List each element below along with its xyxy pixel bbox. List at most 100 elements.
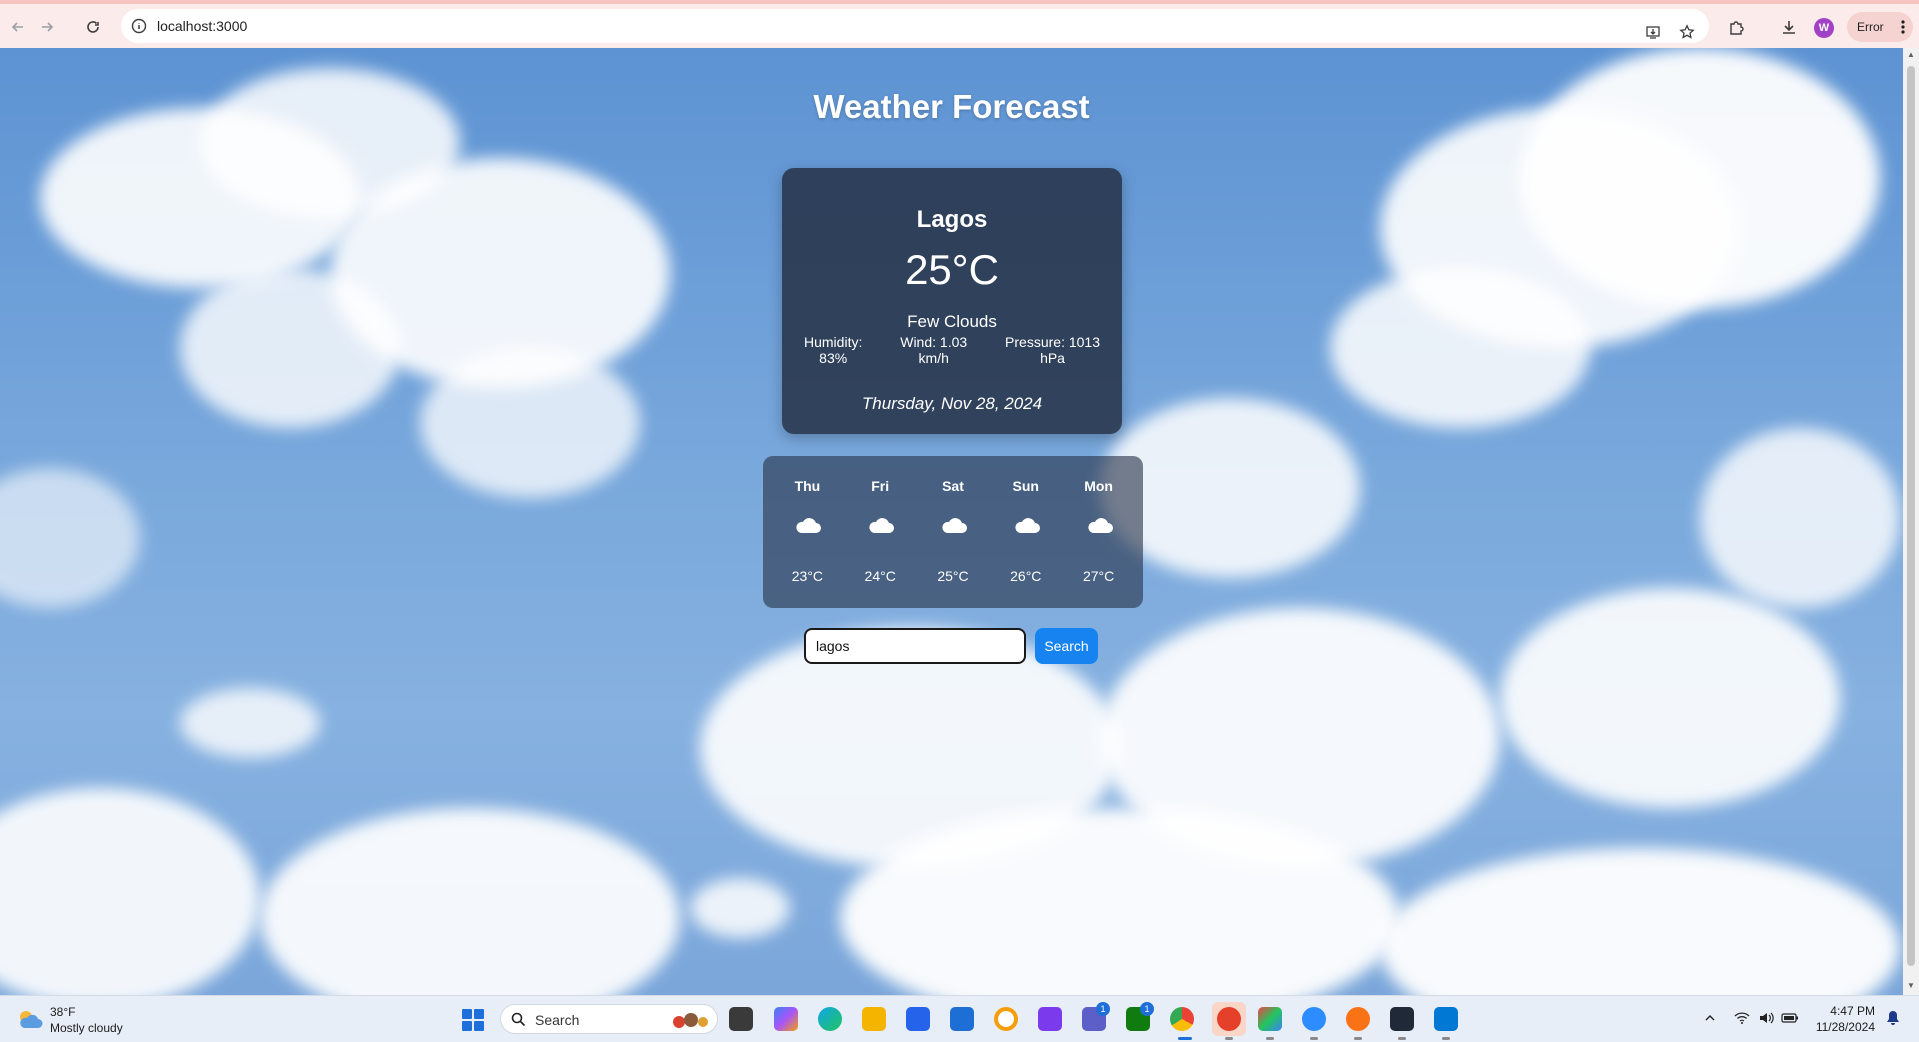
- page-title: Weather Forecast: [813, 88, 1090, 125]
- forecast-temp: 24°C: [864, 568, 896, 584]
- forecast-day: Sun 26°C: [996, 456, 1056, 608]
- download-icon: [1783, 21, 1795, 34]
- forecast-temp: 27°C: [1082, 568, 1115, 584]
- ea-app-icon[interactable]: [1217, 1007, 1241, 1031]
- forecast-day: Fri 24°C: [850, 456, 910, 608]
- chevron-up-icon: [1705, 1015, 1715, 1021]
- search-button[interactable]: Search: [1035, 628, 1098, 664]
- taskbar-weather-temp: 38°F: [50, 1005, 76, 1019]
- forecast-day: Sat 25°C: [923, 456, 983, 608]
- zoom-running-indicator: [1310, 1037, 1318, 1040]
- downloads-button[interactable]: [1776, 14, 1802, 40]
- microsoft-store-icon[interactable]: [906, 1007, 930, 1031]
- humidity-value: 83%: [819, 350, 848, 366]
- scroll-down-icon[interactable]: ▼: [1907, 982, 1915, 990]
- reload-icon: [87, 21, 99, 33]
- forecast-day: Thu 23°C: [777, 456, 837, 608]
- back-arrow-icon: [11, 22, 23, 32]
- reload-button[interactable]: [80, 14, 106, 40]
- profile-avatar[interactable]: W: [1814, 18, 1834, 38]
- vscode-icon[interactable]: [1434, 1007, 1458, 1031]
- chrome-icon[interactable]: [1170, 1007, 1194, 1031]
- office-running-indicator: [1266, 1037, 1274, 1040]
- bookmark-button[interactable]: [1674, 19, 1700, 45]
- zoom-icon[interactable]: [1302, 1007, 1326, 1031]
- forecast-temp: 23°C: [791, 568, 824, 584]
- file-explorer-icon[interactable]: [862, 1007, 886, 1031]
- windows-taskbar: 38°F Mostly cloudy Search 1 1 4:47 PM 11…: [0, 995, 1919, 1042]
- wifi-button[interactable]: [1732, 1008, 1752, 1028]
- taskbar-time: 4:47 PM: [1830, 1004, 1875, 1018]
- page-viewport: Weather Forecast Lagos 25°C Few Clouds H…: [0, 48, 1903, 995]
- taskbar-weather-condition: Mostly cloudy: [50, 1021, 123, 1035]
- wifi-icon: [1734, 1012, 1750, 1024]
- back-button[interactable]: [5, 14, 31, 40]
- copilot-icon[interactable]: [774, 1007, 798, 1031]
- current-temperature: 25°C: [905, 246, 999, 293]
- current-weather-card: Lagos 25°C Few Clouds Humidity: 83% Wind…: [782, 168, 1122, 434]
- install-icon: [1646, 26, 1660, 39]
- humidity-stat: Humidity: 83%: [804, 334, 862, 366]
- show-hidden-icons-button[interactable]: [1700, 1008, 1720, 1028]
- wind-stat: Wind: 1.03 km/h: [900, 334, 967, 366]
- weather-stats: Humidity: 83% Wind: 1.03 km/h Pressure: …: [804, 334, 1100, 366]
- scroll-up-icon[interactable]: ▲: [1907, 51, 1915, 59]
- postman-running-indicator: [1354, 1037, 1362, 1040]
- notifications-button[interactable]: [1883, 1008, 1903, 1028]
- terminal-icon[interactable]: [1390, 1007, 1414, 1031]
- forecast-day-name: Thu: [794, 478, 821, 494]
- page-scrollbar[interactable]: ▲ ▼: [1903, 48, 1919, 995]
- start-button[interactable]: [462, 1009, 484, 1031]
- office-app-icon[interactable]: [1258, 1007, 1282, 1031]
- current-date: Thursday, Nov 28, 2024: [861, 394, 1043, 413]
- cloud-icon: [1015, 518, 1040, 533]
- star-icon: [1679, 24, 1695, 39]
- battery-button[interactable]: [1780, 1008, 1800, 1028]
- volume-button[interactable]: [1756, 1008, 1776, 1028]
- teams-badge: 1: [1096, 1002, 1110, 1016]
- cloud-icon: [796, 518, 822, 533]
- volume-icon: [1760, 1012, 1774, 1024]
- humidity-label: Humidity:: [804, 334, 863, 350]
- more-vert-icon: [1901, 20, 1905, 34]
- site-info-icon[interactable]: [131, 18, 147, 34]
- task-view-icon[interactable]: [729, 1007, 753, 1031]
- battery-icon: [1781, 1013, 1798, 1023]
- wind-unit: km/h: [918, 350, 949, 366]
- vscode-running-indicator: [1442, 1037, 1450, 1040]
- taskbar-search-box[interactable]: Search: [500, 1004, 718, 1034]
- forecast-day: Mon 27°C: [1069, 456, 1129, 608]
- cloud-icon: [942, 518, 967, 533]
- address-bar[interactable]: localhost:3000: [121, 9, 1709, 43]
- forward-arrow-icon: [42, 22, 54, 32]
- browser-toolbar: localhost:3000 W Error: [0, 0, 1919, 48]
- search-highlight-icon: [673, 1013, 708, 1028]
- chrome-running-indicator: [1178, 1037, 1192, 1040]
- url-text: localhost:3000: [157, 18, 248, 34]
- city-search-input[interactable]: [804, 628, 1026, 664]
- terminal-running-indicator: [1398, 1037, 1406, 1040]
- cloud-icon: [1087, 518, 1113, 533]
- pressure-label: Pressure: 1013: [1005, 334, 1100, 350]
- forward-button[interactable]: [34, 14, 60, 40]
- scroll-thumb[interactable]: [1907, 66, 1915, 966]
- forecast-day-name: Sat: [942, 478, 964, 494]
- app-purple-icon[interactable]: [1038, 1007, 1062, 1031]
- install-app-button[interactable]: [1640, 19, 1666, 45]
- mail-icon[interactable]: [950, 1007, 974, 1031]
- error-menu-button[interactable]: Error: [1847, 12, 1913, 42]
- weather-description: Few Clouds: [907, 312, 997, 331]
- postman-icon[interactable]: [1346, 1007, 1370, 1031]
- forecast-temp: 26°C: [1010, 568, 1042, 584]
- xbox-badge: 1: [1140, 1002, 1154, 1016]
- edge-browser-icon[interactable]: [818, 1007, 842, 1031]
- puzzle-icon: [1730, 21, 1744, 35]
- taskbar-search-placeholder: Search: [535, 1012, 580, 1028]
- city-name: Lagos: [916, 206, 988, 233]
- wind-label: Wind: 1.03: [900, 334, 968, 350]
- chrome-alt-icon[interactable]: [994, 1007, 1018, 1031]
- ea-running-indicator: [1225, 1037, 1233, 1040]
- forecast-day-name: Sun: [1012, 478, 1039, 494]
- pressure-unit: hPa: [1040, 350, 1065, 366]
- extensions-button[interactable]: [1724, 14, 1750, 40]
